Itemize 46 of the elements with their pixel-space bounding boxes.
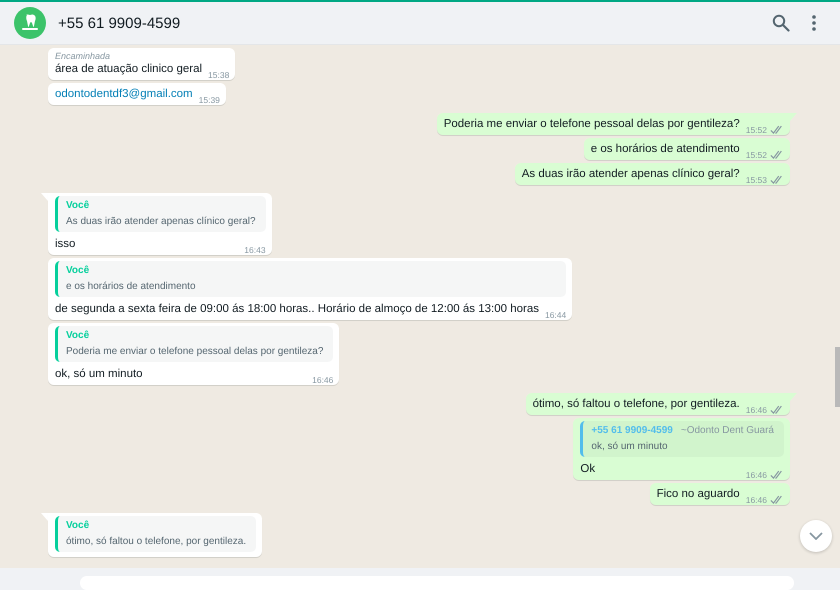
chevron-down-icon <box>809 532 823 540</box>
quote-author: Você <box>66 519 90 532</box>
message-time: 16:46 <box>746 470 767 480</box>
message-text: As duas irão atender apenas clínico geral? <box>522 167 740 182</box>
scrollbar-thumb[interactable] <box>835 347 840 407</box>
message-time: 15:38 <box>208 70 230 80</box>
message-text: Ok <box>580 462 596 477</box>
message-time: 16:46 <box>312 375 334 385</box>
message-text: e os horários de atendimento <box>590 142 740 157</box>
quoted-message[interactable]: Você ótimo, só faltou o telefone, por gentileza. <box>55 516 256 552</box>
quote-author: Você <box>66 264 90 277</box>
email-link[interactable]: odontodentdf3@gmail.com <box>55 86 193 102</box>
message-text: Fico no aguardo <box>656 487 740 502</box>
logo-avatar-icon[interactable] <box>14 7 46 39</box>
quoted-message[interactable]: +55 61 9909-4599 ~Odonto Dent Guará ok, só um minuto <box>580 421 784 457</box>
forwarded-label: Encaminhada <box>55 51 112 61</box>
message-text: área de atuação clinico geral <box>55 62 202 77</box>
quote-author: Você <box>66 329 90 342</box>
quote-author: +55 61 9909-4599 <box>591 424 673 437</box>
quote-text: As duas irão atender apenas clínico geral? <box>66 215 256 228</box>
message-time: 16:43 <box>244 245 266 255</box>
message-text: de segunda a sexta feira de 09:00 ás 18:00 horas.. Horário de almoço de 12:00 ás 13:00 horas <box>55 302 539 317</box>
quote-text: ótimo, só faltou o telefone, por gentileza. <box>66 535 246 548</box>
quote-author-note: ~Odonto Dent Guará <box>680 424 774 437</box>
message-text: Poderia me enviar o telefone pessoal delas por gentileza? <box>444 117 740 132</box>
quoted-message[interactable]: Você e os horários de atendimento <box>55 261 566 297</box>
quote-text: ok, só um minuto <box>591 440 669 453</box>
quoted-message[interactable]: Você As duas irão atender apenas clínico geral? <box>55 196 266 232</box>
message-time: 15:52 <box>746 150 767 160</box>
contact-name[interactable]: +55 61 9909-4599 <box>58 14 750 32</box>
message-time: 16:46 <box>746 495 767 505</box>
menu-icon[interactable] <box>812 15 816 31</box>
message-time: 15:53 <box>746 175 767 185</box>
message-time: 15:39 <box>198 95 220 105</box>
scroll-down-button[interactable] <box>800 520 832 552</box>
message-time: 16:44 <box>544 310 566 320</box>
search-icon[interactable] <box>772 14 790 32</box>
message-text: ok, só um minuto <box>55 367 143 382</box>
message-text: ótimo, só faltou o telefone, por gentileza. <box>532 397 740 412</box>
quote-author: Você <box>66 199 90 212</box>
message-text: isso <box>55 237 76 252</box>
quoted-message[interactable]: Você Poderia me enviar o telefone pessoal delas por gentileza? <box>55 326 334 362</box>
quote-text: e os horários de atendimento <box>66 280 197 293</box>
message-time: 16:46 <box>746 405 767 415</box>
quote-text: Poderia me enviar o telefone pessoal delas por gentileza? <box>66 345 324 358</box>
message-time: 15:52 <box>746 125 767 135</box>
